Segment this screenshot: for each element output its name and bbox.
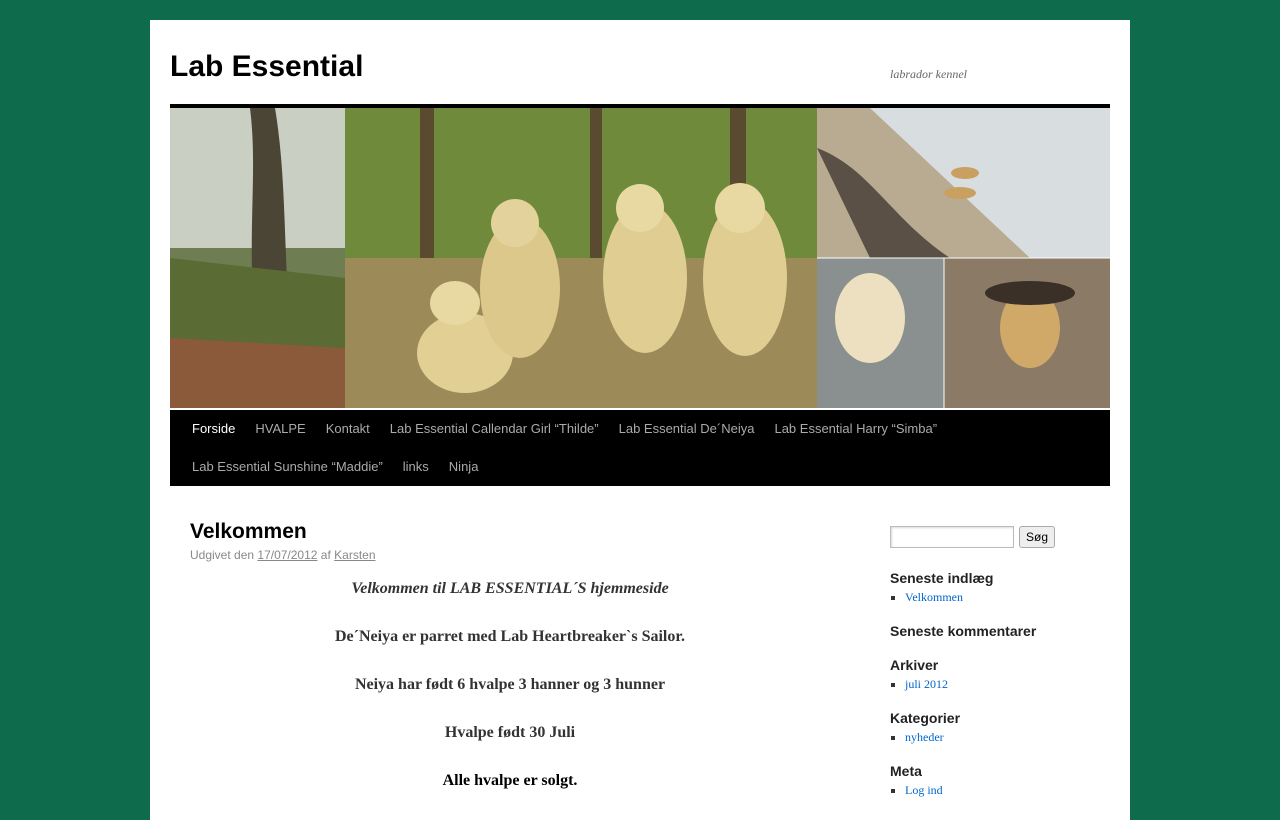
nav-item-deneiya[interactable]: Lab Essential De´Neiya	[609, 410, 765, 448]
category-link[interactable]: nyheder	[905, 730, 944, 744]
post-date-link[interactable]: 17/07/2012	[257, 548, 317, 562]
page-wrapper: Lab Essential labrador kennel Forside HV…	[150, 20, 1130, 820]
post-paragraph: Alle hvalpe er solgt.	[442, 772, 578, 789]
header-banner-image	[170, 108, 1110, 408]
widget-meta: Meta Log ind	[890, 763, 1110, 798]
nav-item-kontakt[interactable]: Kontakt	[316, 410, 380, 448]
banner-collage	[170, 108, 1110, 408]
nav-item-simba[interactable]: Lab Essential Harry “Simba”	[764, 410, 947, 448]
site-description: labrador kennel	[890, 67, 967, 81]
search-input[interactable]	[890, 526, 1014, 548]
widget-title: Seneste kommentarer	[890, 623, 1037, 639]
post-author-link[interactable]: Karsten	[334, 548, 375, 562]
widget-title: Meta	[890, 763, 922, 779]
post-meta: Udgivet den 17/07/2012 af Karsten	[190, 548, 830, 562]
list-item: juli 2012	[905, 677, 1110, 692]
post-paragraph: Hvalpe født 30 Juli	[444, 724, 576, 741]
search-button[interactable]: Søg	[1019, 526, 1056, 548]
widget-recent-comments: Seneste kommentarer	[890, 623, 1110, 639]
nav-item-thilde[interactable]: Lab Essential Callendar Girl “Thilde”	[380, 410, 609, 448]
main-content: Velkommen Udgivet den 17/07/2012 af Kars…	[190, 520, 830, 820]
recent-post-link[interactable]: Velkommen	[905, 590, 963, 604]
nav-item-forside[interactable]: Forside	[182, 410, 245, 448]
list-item: nyheder	[905, 730, 1110, 745]
widget-title: Arkiver	[890, 657, 939, 673]
sidebar: Søg Seneste indlæg Velkommen Seneste kom…	[890, 526, 1110, 816]
post-paragraph: De´Neiya er parret med Lab Heartbreaker`…	[334, 628, 685, 645]
main-navigation: Forside HVALPE Kontakt Lab Essential Callen…	[170, 410, 1110, 486]
widget-archives: Arkiver juli 2012	[890, 657, 1110, 692]
meta-prefix: Udgivet den	[190, 548, 255, 562]
archive-link[interactable]: juli 2012	[905, 677, 948, 691]
widget-title: Kategorier	[890, 710, 961, 726]
widget-recent-posts: Seneste indlæg Velkommen	[890, 570, 1110, 605]
post-title[interactable]: Velkommen	[190, 520, 830, 544]
widget-title: Seneste indlæg	[890, 570, 994, 586]
nav-item-links[interactable]: links	[393, 448, 439, 486]
login-link[interactable]: Log ind	[905, 783, 943, 797]
post-body: Velkommen til LAB ESSENTIAL´S hjemmeside…	[190, 580, 830, 790]
list-item: Velkommen	[905, 590, 1110, 605]
nav-item-hvalpe[interactable]: HVALPE	[245, 410, 315, 448]
meta-by: af	[320, 548, 331, 562]
site-title[interactable]: Lab Essential	[170, 50, 363, 84]
post-paragraph: Neiya har født 6 hvalpe 3 hanner og 3 hu…	[354, 676, 666, 693]
nav-item-maddie[interactable]: Lab Essential Sunshine “Maddie”	[182, 448, 393, 486]
list-item: Log ind	[905, 783, 1110, 798]
post-paragraph: Velkommen til LAB ESSENTIAL´S hjemmeside	[351, 580, 669, 597]
search-form: Søg	[890, 526, 1110, 550]
nav-item-ninja[interactable]: Ninja	[439, 448, 489, 486]
widget-categories: Kategorier nyheder	[890, 710, 1110, 745]
